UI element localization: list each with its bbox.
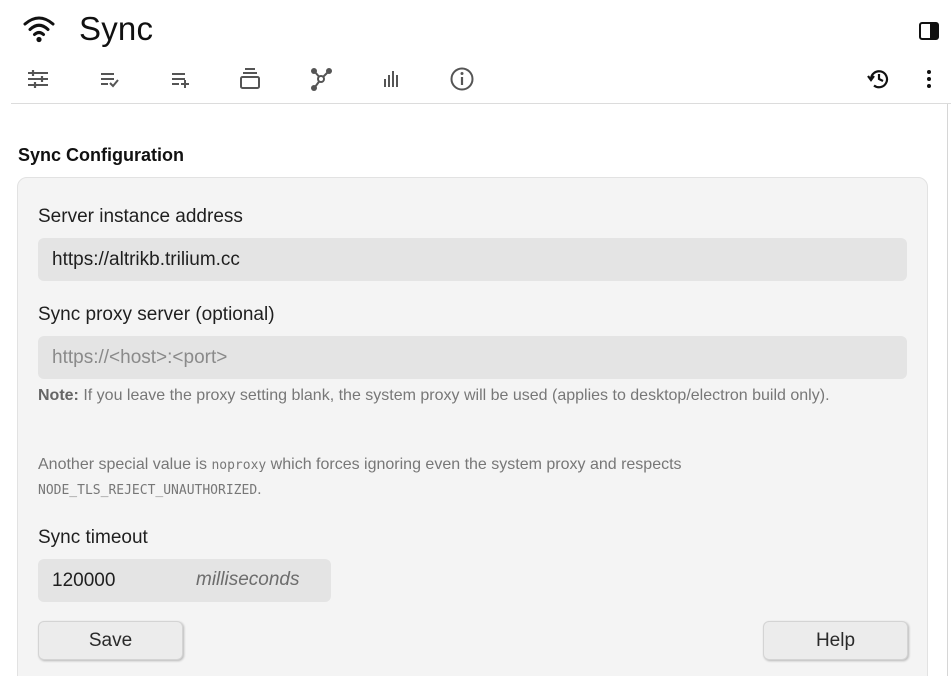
sync-timeout-input[interactable] bbox=[38, 559, 188, 602]
bar-chart-icon[interactable] bbox=[374, 64, 408, 94]
scrollbar-track[interactable] bbox=[947, 104, 948, 676]
sliders-icon[interactable] bbox=[21, 64, 55, 94]
proxy-note: Note: If you leave the proxy setting bla… bbox=[38, 384, 898, 408]
list-add-icon[interactable] bbox=[163, 64, 197, 94]
noproxy-note: Another special value is noproxy which f… bbox=[38, 453, 898, 503]
note-toolbar bbox=[0, 60, 951, 102]
graph-icon[interactable] bbox=[304, 64, 338, 94]
noproxy-text-2: which forces ignoring even the system pr… bbox=[266, 456, 682, 473]
title-bar: Sync bbox=[0, 0, 951, 60]
noproxy-text-end: . bbox=[257, 481, 262, 498]
wifi-icon bbox=[22, 14, 56, 44]
noproxy-code: noproxy bbox=[211, 458, 267, 473]
more-vertical-icon[interactable] bbox=[912, 64, 946, 94]
help-button[interactable]: Help bbox=[763, 621, 908, 660]
server-address-input[interactable] bbox=[38, 238, 907, 281]
proxy-server-label: Sync proxy server (optional) bbox=[38, 304, 275, 325]
section-title: Sync Configuration bbox=[18, 145, 184, 165]
tls-code: NODE_TLS_REJECT_UNAUTHORIZED bbox=[38, 483, 258, 498]
note-prefix: Note: bbox=[38, 387, 79, 404]
sync-timeout-group: milliseconds bbox=[38, 559, 331, 602]
timeout-unit-label: milliseconds bbox=[196, 569, 300, 590]
history-icon[interactable] bbox=[862, 64, 896, 94]
list-check-icon[interactable] bbox=[92, 64, 126, 94]
sync-timeout-label: Sync timeout bbox=[38, 527, 148, 548]
note-text: If you leave the proxy setting blank, th… bbox=[78, 387, 830, 404]
split-panel-icon[interactable] bbox=[917, 19, 941, 43]
proxy-server-input[interactable] bbox=[38, 336, 907, 379]
noproxy-text-1: Another special value is bbox=[38, 456, 212, 473]
info-icon[interactable] bbox=[445, 64, 479, 94]
save-button[interactable]: Save bbox=[38, 621, 183, 660]
server-address-label: Server instance address bbox=[38, 206, 243, 227]
stack-icon[interactable] bbox=[233, 64, 267, 94]
toolbar-divider bbox=[11, 103, 951, 104]
page-title: Sync bbox=[79, 10, 154, 47]
